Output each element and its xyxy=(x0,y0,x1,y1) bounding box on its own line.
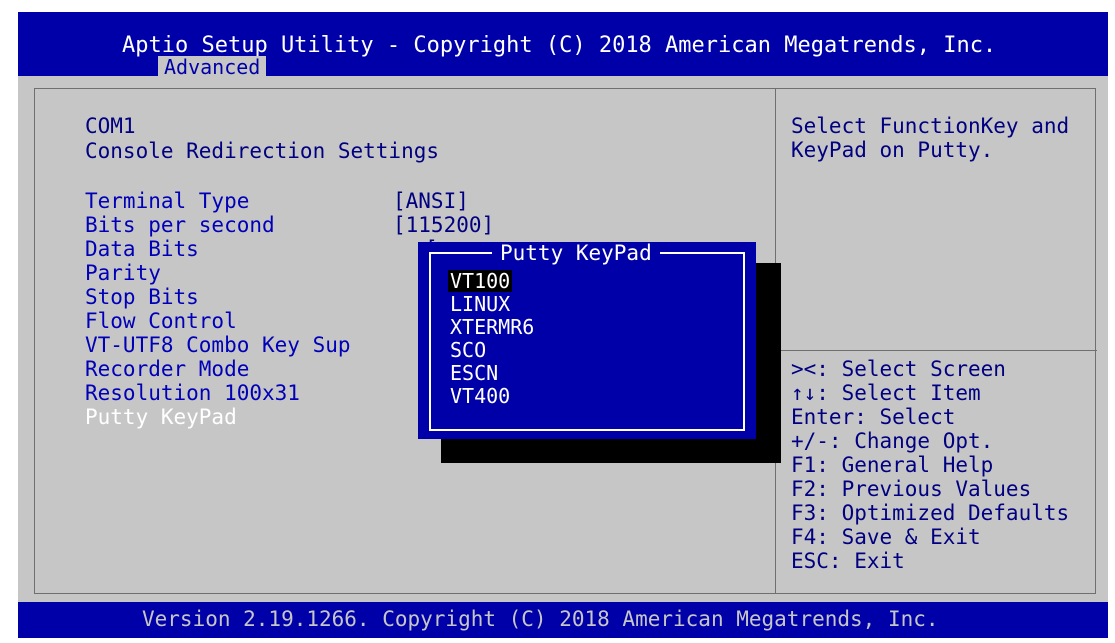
key-legend-change-opt: +/-: Change Opt. xyxy=(791,429,994,453)
popup-option-linux[interactable]: LINUX xyxy=(448,293,512,315)
key-legend-enter: Enter: Select xyxy=(791,405,956,429)
popup-option-vt400[interactable]: VT400 xyxy=(448,385,512,407)
setting-label-parity[interactable]: Parity xyxy=(85,261,161,286)
tab-advanced[interactable]: Advanced xyxy=(158,56,267,78)
section-subtitle: Console Redirection Settings xyxy=(85,139,440,163)
popup-title: Putty KeyPad xyxy=(492,242,660,264)
setting-label-vt-utf8[interactable]: VT-UTF8 Combo Key Sup xyxy=(85,333,351,358)
setting-label-recorder-mode[interactable]: Recorder Mode xyxy=(85,357,249,382)
setting-label-resolution[interactable]: Resolution 100x31 xyxy=(85,381,300,406)
key-legend-select-item: ↑↓: Select Item xyxy=(791,381,981,405)
header-bar: Aptio Setup Utility - Copyright (C) 2018… xyxy=(18,12,1108,78)
popup-option-sco[interactable]: SCO xyxy=(448,339,488,361)
setting-label-stop-bits[interactable]: Stop Bits xyxy=(85,285,199,310)
section-title: COM1 xyxy=(85,114,136,138)
key-legend-f1: F1: General Help xyxy=(791,453,994,477)
key-legend-select-screen: ><: Select Screen xyxy=(791,357,1006,381)
setting-value-bits-per-second[interactable]: [115200] xyxy=(393,213,494,238)
setting-label-flow-control[interactable]: Flow Control xyxy=(85,309,237,334)
help-text-line2: KeyPad on Putty. xyxy=(791,138,994,162)
footer-version: Version 2.19.1266. Copyright (C) 2018 Am… xyxy=(142,607,939,631)
key-legend-esc: ESC: Exit xyxy=(791,549,905,573)
popup-option-escn[interactable]: ESCN xyxy=(448,362,500,384)
key-legend-f3: F3: Optimized Defaults xyxy=(791,501,1070,525)
setting-label-data-bits[interactable]: Data Bits xyxy=(85,237,199,262)
key-legend-f2: F2: Previous Values xyxy=(791,477,1032,501)
popup-option-xtermr6[interactable]: XTERMR6 xyxy=(448,316,536,338)
setting-label-terminal-type[interactable]: Terminal Type xyxy=(85,189,249,214)
footer-bar: Version 2.19.1266. Copyright (C) 2018 Am… xyxy=(18,602,1108,638)
bios-screen: Aptio Setup Utility - Copyright (C) 2018… xyxy=(18,12,1108,638)
help-divider xyxy=(775,350,1097,351)
popup-option-vt100[interactable]: VT100 xyxy=(448,270,513,292)
setting-value-terminal-type[interactable]: [ANSI] xyxy=(393,189,469,214)
setting-label-bits-per-second[interactable]: Bits per second xyxy=(85,213,275,238)
key-legend-f4: F4: Save & Exit xyxy=(791,525,981,549)
putty-keypad-popup: Putty KeyPad VT100 LINUX XTERMR6 SCO ESC… xyxy=(418,242,756,439)
setting-label-putty-keypad[interactable]: Putty KeyPad xyxy=(85,405,237,430)
help-text-line1: Select FunctionKey and xyxy=(791,114,1070,138)
